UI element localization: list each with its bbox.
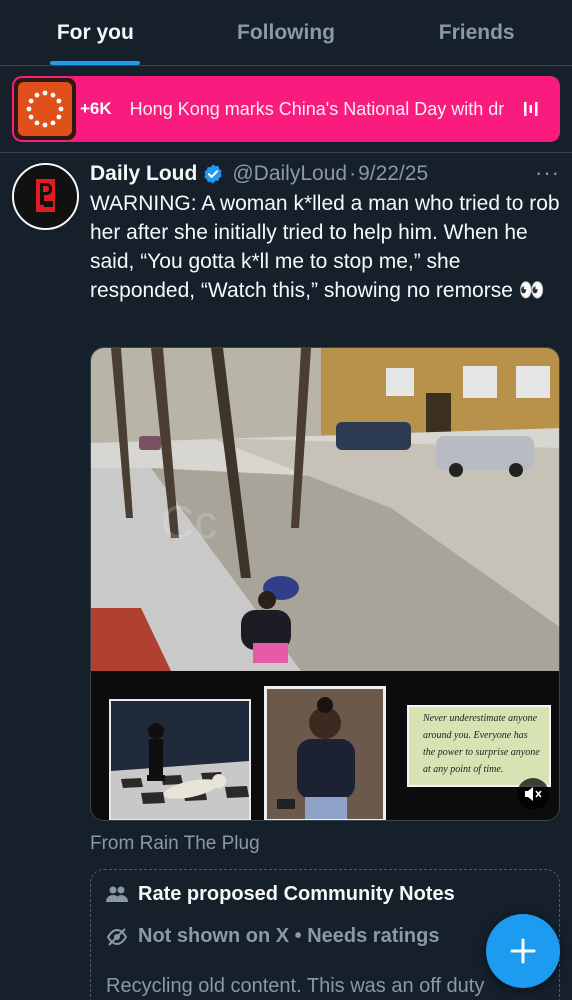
notes-title: Rate proposed Community Notes: [138, 883, 455, 905]
tab-friends-label: Friends: [438, 20, 515, 44]
speaker-muted-icon: [525, 787, 542, 801]
tab-for-you[interactable]: For you: [0, 0, 191, 65]
post-date[interactable]: 9/22/25: [358, 162, 428, 186]
post-header: Daily Loud @DailyLoud · 9/22/25 ···: [90, 160, 560, 188]
compose-post-button[interactable]: [486, 914, 560, 988]
timeline-tabs: For you Following Friends: [0, 0, 572, 66]
mute-toggle-button[interactable]: [517, 778, 549, 810]
tab-friends[interactable]: Friends: [381, 0, 572, 65]
verified-badge-icon: [204, 164, 222, 184]
section-divider: [0, 152, 572, 153]
notes-body: Recycling old content. This was an off d…: [106, 975, 485, 997]
tab-for-you-label: For you: [56, 20, 134, 44]
notes-title-row: Rate proposed Community Notes: [106, 883, 455, 906]
quote-card: Never underestimate anyone around you. E…: [407, 705, 551, 787]
trending-headline: Hong Kong marks China's National Day wit…: [129, 98, 505, 119]
active-tab-indicator: [50, 61, 141, 65]
dotted-circle-icon: [26, 90, 64, 128]
meta-separator: ·: [349, 162, 357, 185]
chess-image: [109, 699, 251, 820]
notes-status-row: Not shown on X • Needs ratings: [106, 925, 439, 948]
daily-loud-logo: [14, 165, 77, 228]
trending-banner[interactable]: +6K Hong Kong marks China's National Day…: [12, 76, 560, 142]
plus-icon: [510, 938, 536, 964]
people-icon: [106, 886, 128, 902]
tab-following-label: Following: [237, 20, 335, 44]
tab-following[interactable]: Following: [191, 0, 382, 65]
trending-avatar: [14, 78, 76, 140]
author-avatar[interactable]: [12, 163, 79, 230]
eye-off-icon: [106, 927, 128, 946]
more-options-icon[interactable]: ···: [535, 160, 560, 186]
author-handle[interactable]: @DailyLoud: [232, 162, 347, 186]
post-body: WARNING: A woman k*lled a man who tried …: [90, 192, 560, 302]
person-photo: [264, 686, 386, 820]
trending-bar-icon: [523, 99, 540, 119]
surveillance-scene: Cc: [91, 348, 559, 671]
media-source-attribution[interactable]: From Rain The Plug: [90, 833, 260, 855]
author-name[interactable]: Daily Loud: [90, 162, 197, 186]
post-video[interactable]: Cc Never underestimate anyone around you…: [90, 347, 560, 821]
trending-post-count: +6K: [80, 99, 112, 118]
video-watermark: Cc: [161, 496, 217, 548]
video-lower-panels: Never underestimate anyone around you. E…: [91, 671, 559, 820]
notes-status: Not shown on X • Needs ratings: [138, 925, 440, 947]
